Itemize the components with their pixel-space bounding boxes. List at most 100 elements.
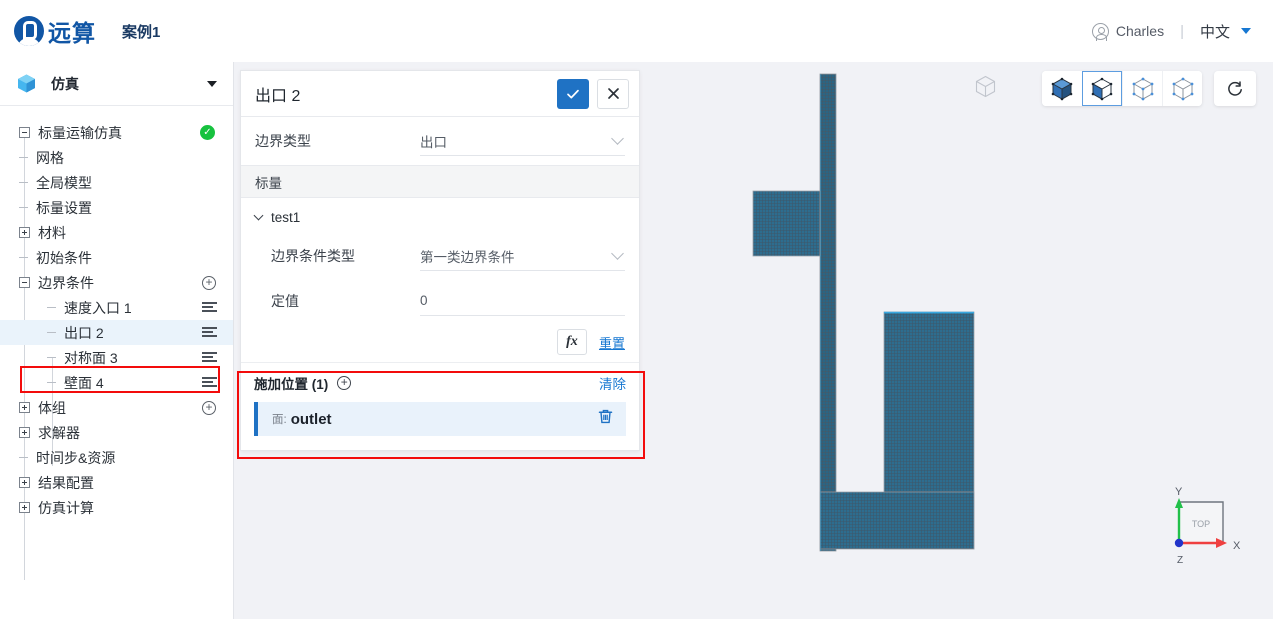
bc-type-row: 边界条件类型 第一类边界条件 — [241, 232, 639, 280]
axis-y-label: Y — [1175, 486, 1183, 498]
sidebar-item-5[interactable]: 初始条件 — [0, 245, 233, 270]
sidebar-item-11[interactable]: 体组 + — [0, 395, 233, 420]
sidebar-item-label: 时间步&资源 — [36, 449, 116, 466]
sidebar-item-label: 速度入口 1 — [64, 299, 132, 316]
sidebar-item-label: 结果配置 — [38, 474, 94, 491]
chevron-down-icon — [611, 246, 624, 260]
sidebar-item-label: 初始条件 — [36, 249, 92, 266]
sidebar-item-label: 求解器 — [38, 424, 80, 441]
expand-icon[interactable] — [19, 502, 30, 513]
fixed-value-text: 0 — [420, 293, 428, 308]
expand-icon[interactable] — [19, 227, 30, 238]
apply-location-header: 施加位置 (1) + 清除 — [254, 373, 626, 393]
expand-icon[interactable] — [19, 427, 30, 438]
simulation-tree: 标量运输仿真 ✓ 网格全局模型标量设置材料初始条件边界条件 + 速度入口 1 出口 2 对称… — [0, 106, 233, 580]
app-root: 远算 案例1 Charles | 中文 仿真 标量运输仿真 ✓ 网格全局模型标量设置… — [0, 0, 1273, 619]
fixed-value-input[interactable]: 0 — [420, 286, 625, 316]
sidebar-item-2[interactable]: 全局模型 — [0, 170, 233, 195]
list-menu-icon[interactable] — [202, 376, 217, 389]
sidebar-item-label: 网格 — [36, 149, 64, 166]
language-label[interactable]: 中文 — [1200, 21, 1230, 42]
list-menu-icon[interactable] — [202, 351, 217, 364]
chevron-down-icon — [611, 131, 624, 145]
bc-type-select[interactable]: 第一类边界条件 — [420, 241, 625, 271]
cube-icon — [16, 73, 37, 94]
add-item-button[interactable]: + — [202, 275, 216, 290]
sidebar-header[interactable]: 仿真 — [0, 62, 233, 106]
chevron-down-icon — [253, 210, 264, 221]
sidebar-item-label: 材料 — [38, 224, 66, 241]
boundary-type-select[interactable]: 出口 — [420, 126, 625, 156]
add-item-button[interactable]: + — [202, 400, 216, 415]
collapse-icon[interactable] — [19, 277, 30, 288]
bc-type-value: 第一类边界条件 — [420, 249, 515, 265]
top-bar-right: Charles | 中文 — [1091, 21, 1251, 42]
group-test1-label: test1 — [271, 209, 301, 225]
confirm-button[interactable] — [557, 78, 589, 109]
tree-branch-stub-icon[interactable] — [47, 307, 56, 308]
sidebar-item-6[interactable]: 边界条件 + — [0, 270, 233, 295]
sidebar-item-label: 标量设置 — [36, 199, 92, 216]
tree-branch-stub-icon[interactable] — [19, 457, 28, 458]
list-menu-icon[interactable] — [202, 326, 217, 339]
fixed-value-row: 定值 0 — [241, 280, 639, 322]
sidebar-item-label: 全局模型 — [36, 174, 92, 191]
cancel-button[interactable] — [597, 78, 629, 109]
sidebar-item-label: 壁面 4 — [64, 374, 104, 391]
axis-orientation-widget[interactable]: TOP Z Y X — [1157, 485, 1243, 574]
sidebar-item-12[interactable]: 求解器 — [0, 420, 233, 445]
topbar-separator: | — [1180, 22, 1184, 40]
list-item[interactable]: 面: outlet — [254, 402, 626, 436]
sidebar-item-7[interactable]: 速度入口 1 — [0, 295, 233, 320]
sidebar-header-label: 仿真 — [51, 75, 79, 92]
user-circle-icon — [1091, 22, 1109, 41]
brand-logo[interactable]: 远算 — [14, 14, 96, 48]
tree-branch-stub-icon[interactable] — [47, 382, 56, 383]
sidebar-item-label: 体组 — [38, 399, 66, 416]
tree-branch-stub-icon[interactable] — [19, 207, 28, 208]
tree-branch-stub-icon[interactable] — [19, 257, 28, 258]
collapse-icon[interactable] — [19, 127, 30, 138]
sidebar: 仿真 标量运输仿真 ✓ 网格全局模型标量设置材料初始条件边界条件 + 速度入口 1 出口 … — [0, 62, 234, 619]
axis-z-label: Z — [1177, 555, 1183, 566]
formula-row: fx 重置 — [241, 322, 639, 362]
tree-branch-stub-icon[interactable] — [19, 182, 28, 183]
scalar-section-header: 标量 — [241, 165, 639, 198]
boundary-type-label: 边界类型 — [255, 133, 311, 149]
location-item-kind: 面: — [272, 414, 287, 426]
clear-button[interactable]: 清除 — [599, 373, 626, 393]
expand-icon[interactable] — [19, 477, 30, 488]
sidebar-item-label: 边界条件 — [38, 274, 94, 291]
check-icon — [567, 89, 579, 98]
group-test1-row[interactable]: test1 — [241, 202, 639, 232]
sidebar-item-14[interactable]: 结果配置 — [0, 470, 233, 495]
tree-branch-stub-icon[interactable] — [47, 357, 56, 358]
sidebar-item-1[interactable]: 网格 — [0, 145, 233, 170]
tree-branch-stub-icon[interactable] — [19, 157, 28, 158]
top-bar: 远算 案例1 Charles | 中文 — [0, 0, 1273, 62]
sidebar-item-10[interactable]: 壁面 4 — [0, 370, 233, 395]
brand-name: 远算 — [48, 20, 96, 46]
sidebar-item-3[interactable]: 标量设置 — [0, 195, 233, 220]
expand-icon[interactable] — [19, 402, 30, 413]
sidebar-item-4[interactable]: 材料 — [0, 220, 233, 245]
list-menu-icon[interactable] — [202, 301, 217, 314]
sidebar-item-15[interactable]: 仿真计算 — [0, 495, 233, 520]
reset-link[interactable]: 重置 — [599, 333, 625, 352]
trash-icon[interactable] — [597, 408, 614, 430]
sidebar-item-13[interactable]: 时间步&资源 — [0, 445, 233, 470]
tree-branch-stub-icon[interactable] — [47, 332, 56, 333]
sidebar-item-8[interactable]: 出口 2 — [0, 320, 233, 345]
bc-type-label: 边界条件类型 — [271, 248, 355, 264]
sidebar-item-0[interactable]: 标量运输仿真 ✓ — [0, 120, 233, 145]
fixed-value-label: 定值 — [271, 293, 299, 309]
sidebar-item-label: 仿真计算 — [38, 499, 94, 516]
formula-button[interactable]: fx — [556, 329, 587, 355]
axis-face-label: TOP — [1192, 519, 1210, 529]
chevron-down-icon[interactable] — [207, 80, 217, 87]
plus-circle-icon[interactable]: + — [337, 376, 352, 390]
user-name[interactable]: Charles — [1116, 23, 1164, 39]
sidebar-item-9[interactable]: 对称面 3 — [0, 345, 233, 370]
chevron-down-icon[interactable] — [1241, 28, 1251, 34]
logo-mark-icon — [14, 16, 44, 46]
